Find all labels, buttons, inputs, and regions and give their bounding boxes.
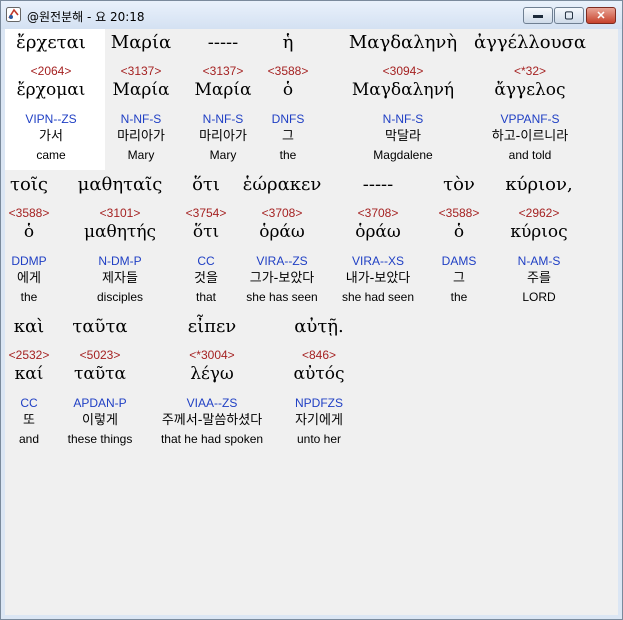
greek-word[interactable]: εἶπεν [152, 316, 272, 338]
greek-word[interactable]: ἡ [228, 32, 348, 54]
greek-word[interactable]: ἀγγέλλουσα [470, 32, 590, 54]
english-gloss: the [279, 148, 297, 162]
maximize-icon: ▢ [564, 10, 574, 21]
english-gloss: Magdalene [373, 148, 433, 162]
greek-word[interactable]: αὐτῇ. [259, 316, 379, 338]
maximize-button[interactable]: ▢ [554, 7, 584, 24]
lemma: λέγω [190, 364, 234, 384]
strong-number[interactable]: <*32> [470, 64, 590, 78]
interlinear-panel: ἔρχεται <2064> ἔρχομαι VIPN--ZS 가서 came Μαρία <… [5, 29, 618, 615]
korean-gloss: 그 [282, 129, 294, 144]
english-gloss: these things [67, 432, 133, 446]
korean-gloss: 주께서-말씀하셨다 [161, 413, 263, 428]
strong-number[interactable]: <5023> [40, 348, 160, 362]
lemma: αὐτός [293, 364, 345, 384]
korean-gloss: 자기에게 [295, 413, 343, 428]
greek-word[interactable]: κύριον, [479, 174, 599, 196]
lemma: ταῦτα [73, 364, 127, 384]
morphology-code: APDAN-P [73, 396, 127, 410]
app-window: @원전분해 - 요 20:18 ▬ ▢ ✕ ἔρχεται <2064> ἔρχομ… [0, 0, 623, 620]
english-gloss: unto her [296, 432, 342, 446]
korean-gloss: 막달라 [385, 129, 421, 144]
close-button[interactable]: ✕ [586, 7, 616, 24]
morphology-code: N-AM-S [517, 254, 561, 268]
english-gloss: LORD [522, 290, 556, 304]
morphology-code: NPDFZS [295, 396, 343, 410]
greek-word[interactable]: Μαγδαληνὴ [343, 32, 463, 54]
korean-gloss: 하고-이르니라 [491, 129, 569, 144]
app-icon [6, 7, 21, 22]
morphology-code: DNFS [271, 112, 305, 126]
english-gloss: and told [508, 148, 552, 162]
minimize-button[interactable]: ▬ [523, 7, 553, 24]
lemma: ὁ [282, 80, 294, 100]
close-icon: ✕ [596, 10, 606, 22]
korean-gloss: 이렇게 [82, 413, 118, 428]
lemma: Μαγδαληνή [351, 80, 455, 100]
strong-number[interactable]: <*3004> [152, 348, 272, 362]
lemma: ἄγγελος [494, 80, 566, 100]
title-bar[interactable]: @원전분해 - 요 20:18 ▬ ▢ ✕ [1, 1, 622, 29]
morphology-code: VIAA--ZS [186, 396, 238, 410]
morphology-code: N-NF-S [382, 112, 424, 126]
window-title: @원전분해 - 요 20:18 [27, 10, 145, 24]
greek-word[interactable]: ταῦτα [40, 316, 160, 338]
minimize-icon: ▬ [533, 10, 543, 21]
strong-number[interactable]: <3094> [343, 64, 463, 78]
strong-number[interactable]: <2962> [479, 206, 599, 220]
strong-number[interactable]: <3588> [228, 64, 348, 78]
morphology-code: VPPANF-S [500, 112, 560, 126]
strong-number[interactable]: <846> [259, 348, 379, 362]
korean-gloss: 주를 [527, 271, 551, 286]
lemma: κύριος [510, 222, 568, 242]
english-gloss: that he had spoken [160, 432, 264, 446]
